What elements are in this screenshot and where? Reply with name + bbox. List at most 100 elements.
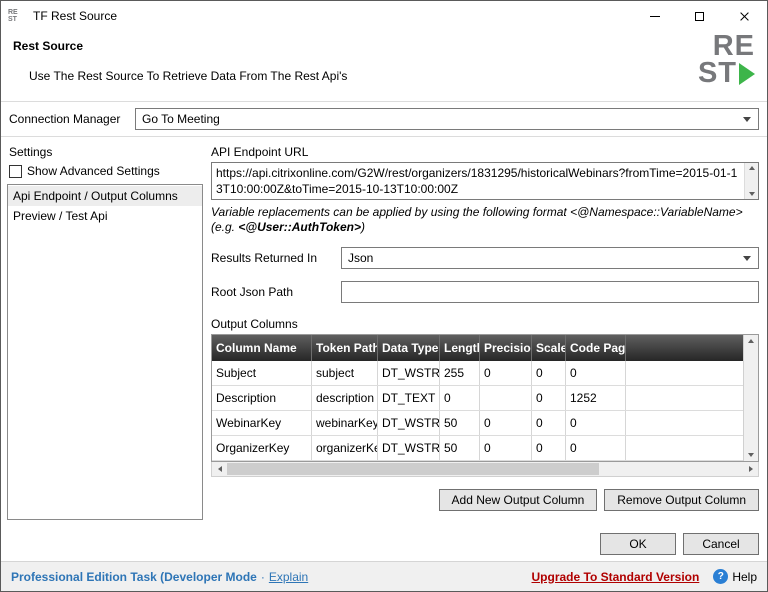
scroll-down-icon: [749, 192, 755, 196]
table-vscrollbar[interactable]: [743, 335, 758, 461]
cell-code-page[interactable]: 0: [566, 411, 626, 435]
ok-button[interactable]: OK: [600, 533, 676, 555]
cell-token-path[interactable]: description: [312, 386, 378, 410]
maximize-icon: [695, 12, 704, 21]
cell-length[interactable]: 50: [440, 436, 480, 460]
explain-link[interactable]: Explain: [269, 570, 308, 584]
scroll-down-icon: [748, 453, 754, 457]
upgrade-link[interactable]: Upgrade To Standard Version: [532, 570, 700, 584]
hscroll-thumb[interactable]: [227, 463, 599, 475]
header-cell-scale: Scale: [532, 335, 566, 361]
nav-item-label: Preview / Test Api: [13, 209, 108, 223]
results-returned-select[interactable]: Json: [341, 247, 759, 269]
cell-length[interactable]: 50: [440, 411, 480, 435]
api-endpoint-panel: API Endpoint URL https://api.citrixonlin…: [211, 143, 759, 561]
cell-scale[interactable]: 0: [532, 386, 566, 410]
table-row: Description description DT_TEXT 0 0 1252: [212, 386, 743, 411]
hscroll-track[interactable]: [227, 462, 743, 476]
app-icon: RE ST: [8, 7, 26, 25]
connection-manager-value: Go To Meeting: [142, 112, 220, 126]
cell-code-page[interactable]: 0: [566, 361, 626, 385]
url-scrollbar[interactable]: [744, 163, 758, 199]
nav-item-preview-test[interactable]: Preview / Test Api: [8, 206, 202, 226]
cell-code-page[interactable]: 1252: [566, 386, 626, 410]
results-returned-value: Json: [348, 251, 373, 265]
header-cell-code-page: Code Page: [566, 335, 626, 361]
cell-data-type[interactable]: DT_TEXT: [378, 386, 440, 410]
window-titlebar: RE ST TF Rest Source: [1, 1, 767, 31]
minimize-button[interactable]: [632, 1, 677, 31]
api-endpoint-url-input[interactable]: https://api.citrixonline.com/G2W/rest/or…: [211, 162, 759, 200]
table-header-row: Column Name Token Path Data Type Length …: [212, 335, 743, 361]
show-advanced-checkbox[interactable]: [9, 165, 22, 178]
chevron-down-icon: [743, 117, 751, 122]
variable-note-example: <@User::AuthToken>: [238, 220, 361, 234]
cell-code-page[interactable]: 0: [566, 436, 626, 460]
table-row: WebinarKey webinarKey DT_WSTR 50 0 0 0: [212, 411, 743, 436]
cell-data-type[interactable]: DT_WSTR: [378, 436, 440, 460]
header-cell-filler: [626, 335, 743, 361]
chevron-down-icon: [743, 256, 751, 261]
scroll-left-button[interactable]: [212, 462, 227, 476]
cell-scale[interactable]: 0: [532, 436, 566, 460]
cell-column-name[interactable]: OrganizerKey: [212, 436, 312, 460]
cell-token-path[interactable]: webinarKey: [312, 411, 378, 435]
cell-token-path[interactable]: subject: [312, 361, 378, 385]
cell-precision[interactable]: 0: [480, 411, 532, 435]
cell-data-type[interactable]: DT_WSTR: [378, 411, 440, 435]
rest-logo-line1: RE: [698, 33, 755, 60]
app-icon-text-bottom: ST: [8, 16, 26, 23]
root-json-path-row: Root Json Path: [211, 281, 759, 303]
help-label[interactable]: Help: [732, 570, 757, 584]
cell-column-name[interactable]: Subject: [212, 361, 312, 385]
root-json-path-input[interactable]: [341, 281, 759, 303]
connection-manager-select[interactable]: Go To Meeting: [135, 108, 759, 130]
edition-label: Professional Edition Task (Developer Mod…: [11, 570, 257, 584]
scroll-right-icon: [749, 466, 753, 472]
header-cell-length: Length: [440, 335, 480, 361]
cell-data-type[interactable]: DT_WSTR: [378, 361, 440, 385]
connection-manager-label: Connection Manager: [9, 112, 135, 126]
scroll-up-icon: [749, 166, 755, 170]
cell-column-name[interactable]: WebinarKey: [212, 411, 312, 435]
cell-token-path[interactable]: organizerKey: [312, 436, 378, 460]
cell-precision[interactable]: 0: [480, 361, 532, 385]
scroll-left-icon: [218, 466, 222, 472]
page-subtitle: Use The Rest Source To Retrieve Data Fro…: [29, 69, 767, 83]
edition-separator: ·: [261, 570, 265, 584]
close-button[interactable]: [722, 1, 767, 31]
api-endpoint-url-value: https://api.citrixonline.com/G2W/rest/or…: [212, 163, 744, 199]
nav-item-api-endpoint[interactable]: Api Endpoint / Output Columns: [8, 186, 202, 206]
cell-length[interactable]: 0: [440, 386, 480, 410]
results-returned-row: Results Returned In Json: [211, 247, 759, 269]
footer: Professional Edition Task (Developer Mod…: [1, 561, 767, 591]
header-cell-data-type: Data Type: [378, 335, 440, 361]
help-icon[interactable]: ?: [713, 569, 728, 584]
dialog-window: RE ST TF Rest Source Rest Source Use The…: [0, 0, 768, 592]
cell-length[interactable]: 255: [440, 361, 480, 385]
show-advanced-label: Show Advanced Settings: [27, 164, 160, 178]
connection-manager-row: Connection Manager Go To Meeting: [1, 101, 767, 137]
table-hscrollbar[interactable]: [211, 462, 759, 477]
scroll-up-icon: [748, 339, 754, 343]
table-row: Subject subject DT_WSTR 255 0 0 0: [212, 361, 743, 386]
output-columns-grid: Column Name Token Path Data Type Length …: [212, 335, 743, 461]
maximize-button[interactable]: [677, 1, 722, 31]
output-column-buttons: Add New Output Column Remove Output Colu…: [211, 489, 759, 511]
cell-scale[interactable]: 0: [532, 361, 566, 385]
cell-scale[interactable]: 0: [532, 411, 566, 435]
add-output-column-button[interactable]: Add New Output Column: [439, 489, 598, 511]
dialog-header: Rest Source Use The Rest Source To Retri…: [1, 31, 767, 101]
cancel-button[interactable]: Cancel: [683, 533, 759, 555]
close-icon: [739, 11, 750, 22]
cell-precision[interactable]: 0: [480, 436, 532, 460]
cell-column-name[interactable]: Description: [212, 386, 312, 410]
scroll-right-button[interactable]: [743, 462, 758, 476]
remove-output-column-button[interactable]: Remove Output Column: [604, 489, 759, 511]
output-columns-table: Column Name Token Path Data Type Length …: [211, 334, 759, 462]
header-cell-precision: Precision: [480, 335, 532, 361]
main-area: Settings Show Advanced Settings Api Endp…: [1, 137, 767, 561]
output-columns-label: Output Columns: [211, 317, 759, 331]
rest-logo: RE ST: [698, 33, 755, 87]
cell-precision[interactable]: [480, 386, 532, 410]
